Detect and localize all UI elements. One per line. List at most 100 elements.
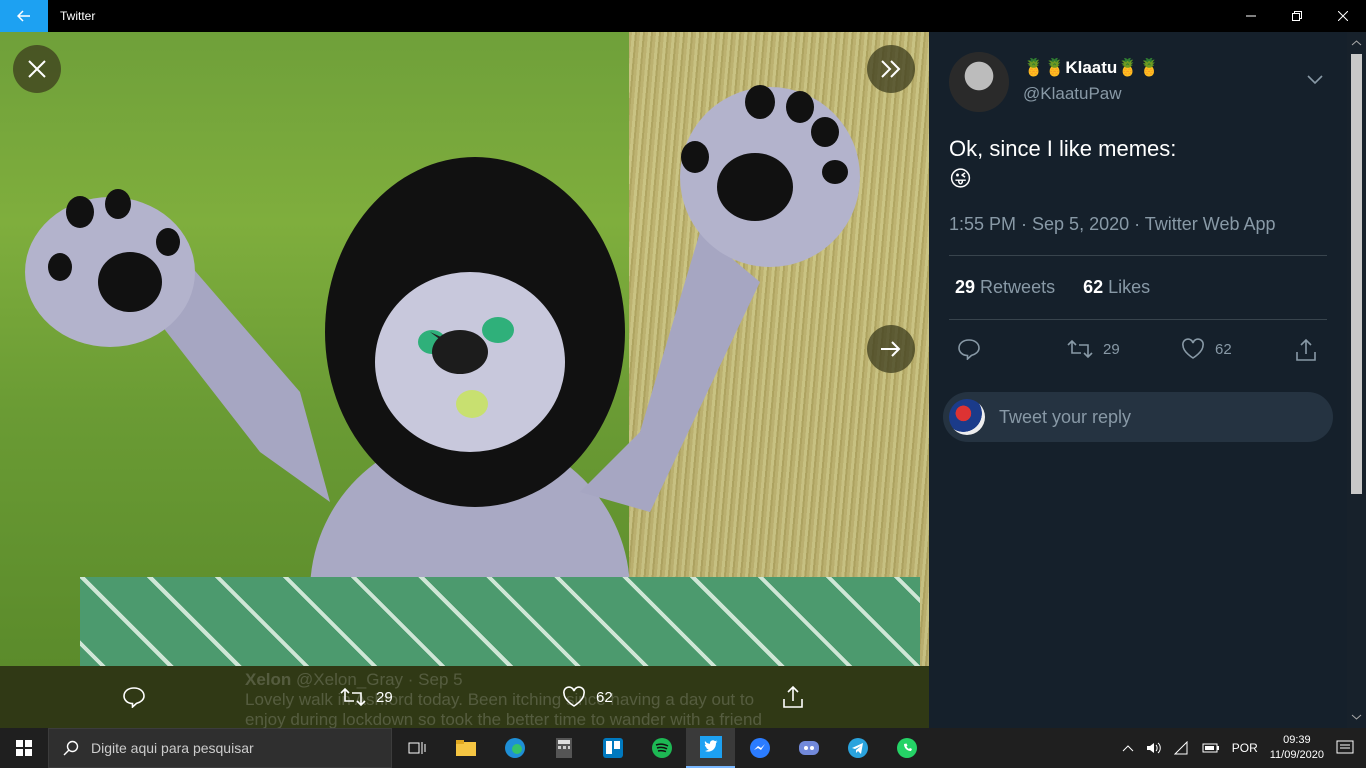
volume-icon[interactable]	[1146, 741, 1162, 755]
file-explorer-icon[interactable]	[441, 728, 490, 768]
user-handle[interactable]: @KlaatuPaw	[1023, 84, 1122, 104]
reply-icon	[958, 339, 980, 360]
name-text: Klaatu	[1065, 58, 1118, 77]
tweet-emoji: 😜	[949, 166, 972, 191]
taskbar-search[interactable]: Digite aqui para pesquisar	[48, 728, 392, 768]
minimize-button[interactable]	[1228, 0, 1274, 32]
media-retweet-count: 29	[376, 688, 393, 706]
spotify-icon[interactable]	[637, 728, 686, 768]
close-icon	[1338, 11, 1348, 21]
reply-input[interactable]: Tweet your reply	[999, 407, 1131, 428]
task-view-icon[interactable]	[392, 728, 441, 768]
ghost-name: Xelon	[245, 670, 292, 689]
share-icon	[783, 685, 803, 708]
like-count: 62	[1215, 340, 1232, 358]
media-action-bar: Xelon @Xelon_Gray · Sep 5 Lovely walk in…	[0, 666, 929, 728]
tweet-text: Ok, since I like memes: 😜	[949, 134, 1329, 194]
system-tray: POR 09:39 11/09/2020	[1122, 733, 1366, 763]
ghost-line2: enjoy during lockdown so took the better…	[245, 710, 762, 728]
picnic-mat	[80, 577, 920, 666]
retweets-stat[interactable]: 29 Retweets	[955, 277, 1055, 298]
chevron-up-icon[interactable]	[1122, 744, 1134, 752]
calculator-icon[interactable]	[539, 728, 588, 768]
likes-stat[interactable]: 62 Likes	[1083, 277, 1150, 298]
close-window-button[interactable]	[1320, 0, 1366, 32]
messenger-icon[interactable]	[735, 728, 784, 768]
retweet-icon	[340, 687, 366, 707]
tweet-meta[interactable]: 1:55 PM · Sep 5, 2020 · Twitter Web App	[949, 214, 1276, 235]
heart-icon	[1182, 338, 1204, 359]
notifications-icon[interactable]	[1336, 740, 1354, 756]
display-name[interactable]: 🍍🍍Klaatu🍍🍍	[1023, 58, 1160, 78]
telegram-icon[interactable]	[833, 728, 882, 768]
search-placeholder: Digite aqui para pesquisar	[91, 740, 254, 756]
windows-logo-icon	[16, 740, 32, 756]
tweet-detail-panel: 🍍🍍Klaatu🍍🍍 @KlaatuPaw Ok, since I like m…	[929, 32, 1347, 728]
scrollbar-thumb[interactable]	[1351, 54, 1362, 494]
current-user-avatar	[949, 399, 985, 435]
retweet-button[interactable]: 29	[1067, 338, 1120, 360]
media-share-button[interactable]	[782, 685, 804, 709]
share-icon	[1296, 338, 1316, 361]
window-title: Twitter	[60, 9, 96, 23]
restore-icon	[1292, 11, 1302, 21]
arrow-right-icon	[881, 341, 901, 357]
tweet-photo	[0, 32, 929, 666]
restore-button[interactable]	[1274, 0, 1320, 32]
windows-taskbar: Digite aqui para pesquisar POR 09:39 11/…	[0, 728, 1366, 768]
like-button[interactable]: 62	[1181, 338, 1232, 360]
background-tweet: Xelon @Xelon_Gray · Sep 5 Lovely walk in…	[245, 670, 762, 728]
chevron-down-icon	[1307, 75, 1323, 85]
media-reply-button[interactable]	[122, 686, 146, 708]
minimize-icon	[1246, 15, 1256, 17]
media-like-button[interactable]: 62	[562, 686, 613, 708]
name-emoji-prefix: 🍍🍍	[1023, 58, 1066, 77]
media-retweet-button[interactable]: 29	[340, 686, 393, 708]
tweet-body: Ok, since I like memes:	[949, 136, 1177, 161]
tweet-stats: 29 Retweets 62 Likes	[955, 277, 1150, 298]
name-emoji-suffix: 🍍🍍	[1117, 58, 1160, 77]
share-button[interactable]	[1295, 338, 1317, 362]
edge-browser-icon[interactable]	[490, 728, 539, 768]
trello-icon[interactable]	[588, 728, 637, 768]
double-chevron-right-icon	[881, 60, 901, 78]
arrow-left-icon	[17, 10, 30, 22]
reply-button[interactable]	[957, 338, 981, 360]
close-icon	[28, 60, 46, 78]
clock-date: 11/09/2020	[1269, 749, 1324, 761]
whatsapp-icon[interactable]	[882, 728, 931, 768]
divider	[949, 255, 1327, 256]
search-icon	[63, 740, 79, 756]
reply-composer[interactable]: Tweet your reply	[943, 392, 1333, 442]
fursuit-illustration	[25, 85, 860, 666]
battery-icon[interactable]	[1202, 742, 1220, 754]
discord-icon[interactable]	[784, 728, 833, 768]
avatar[interactable]	[949, 52, 1009, 112]
tweet-menu-button[interactable]	[1307, 72, 1323, 90]
retweet-count: 29	[1103, 340, 1120, 358]
media-like-count: 62	[596, 688, 613, 706]
reply-icon	[123, 687, 145, 708]
next-media-button[interactable]	[867, 325, 915, 373]
retweets-count: 29	[955, 277, 976, 297]
tweet-action-bar: 29 62	[929, 332, 1347, 372]
clock-time: 09:39	[1283, 734, 1311, 746]
twitter-app-icon[interactable]	[686, 728, 735, 768]
scroll-down-icon	[1351, 714, 1362, 720]
close-media-button[interactable]	[13, 45, 61, 93]
media-viewer: Xelon @Xelon_Gray · Sep 5 Lovely walk in…	[0, 32, 929, 728]
expand-panel-button[interactable]	[867, 45, 915, 93]
panel-scrollbar[interactable]	[1347, 32, 1366, 728]
network-icon[interactable]	[1173, 741, 1190, 755]
scroll-up-icon	[1351, 40, 1362, 46]
likes-count: 62	[1083, 277, 1104, 297]
back-button[interactable]	[0, 0, 48, 32]
divider	[949, 319, 1327, 320]
clock[interactable]: 09:39 11/09/2020	[1270, 733, 1324, 763]
heart-icon	[563, 686, 585, 707]
title-bar: Twitter	[0, 0, 1366, 32]
ghost-line1: Lovely walk in Ashford today. Been itchi…	[245, 690, 755, 709]
retweets-label: Retweets	[980, 277, 1056, 297]
language-indicator[interactable]: POR	[1232, 741, 1258, 755]
start-button[interactable]	[0, 728, 48, 768]
